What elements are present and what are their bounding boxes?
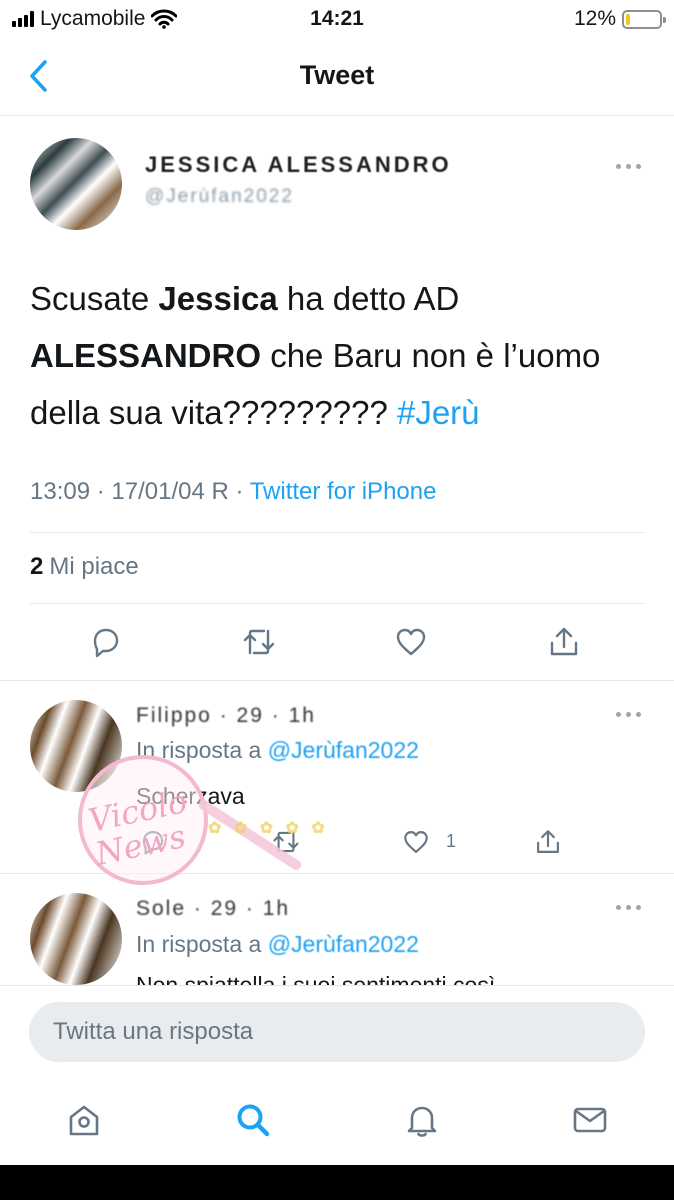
page-title: Tweet xyxy=(299,60,375,90)
divider xyxy=(30,532,645,533)
tab-messages[interactable] xyxy=(567,1097,613,1143)
tab-notifications[interactable] xyxy=(399,1097,445,1143)
reply-time: 29 · 1h xyxy=(236,704,316,727)
reply-context: In risposta a @Jerùfan2022 xyxy=(136,931,419,957)
author-avatar[interactable] xyxy=(30,138,122,230)
share-button[interactable] xyxy=(542,620,586,664)
tab-bar xyxy=(0,1075,674,1165)
share-icon xyxy=(550,627,578,656)
battery-icon xyxy=(622,9,666,29)
retweet-icon xyxy=(243,629,275,655)
more-icon[interactable] xyxy=(616,901,646,913)
search-icon xyxy=(237,1104,270,1137)
heart-icon xyxy=(396,628,426,656)
reply-icon xyxy=(93,628,119,658)
heart-icon xyxy=(404,831,428,853)
battery-percent: 12% xyxy=(573,7,616,30)
mail-icon xyxy=(573,1107,607,1133)
home-indicator-area xyxy=(0,1165,674,1200)
reply-author[interactable]: Sole · 29 · 1h xyxy=(136,897,290,921)
author-name[interactable]: JESSICA ALESSANDRO xyxy=(145,152,452,178)
reply-input[interactable] xyxy=(29,1002,645,1062)
navigation-bar: Tweet xyxy=(0,38,674,116)
share-button[interactable] xyxy=(526,820,570,864)
likes-label: Mi piace xyxy=(49,553,139,580)
tweet-timestamp: 13:09 · 17/01/04 R · Twitter for iPhone xyxy=(30,478,437,505)
reply-text: Non spiattella i suoi sentimenti così xyxy=(136,972,496,985)
mention-alessandro: ALESSANDRO xyxy=(30,337,262,374)
more-icon[interactable] xyxy=(616,160,646,172)
like-button[interactable] xyxy=(394,820,438,864)
clock: 14:21 xyxy=(310,7,364,30)
reply-avatar[interactable] xyxy=(30,893,122,985)
battery-level xyxy=(626,13,630,25)
status-bar-right: 12% xyxy=(573,7,666,31)
reply-like-count: 1 xyxy=(446,831,457,851)
retweet-button[interactable] xyxy=(237,620,281,664)
tab-home[interactable] xyxy=(61,1097,107,1143)
reply-mention[interactable]: @Jerùfan2022 xyxy=(268,931,419,957)
reply-button[interactable] xyxy=(84,620,128,664)
mention-jessica: Jessica xyxy=(158,280,278,317)
more-icon[interactable] xyxy=(616,708,646,720)
home-icon xyxy=(69,1105,99,1136)
watermark-decoration: ✿ ✿ ✿ ✿ ✿ xyxy=(208,820,329,837)
author-handle[interactable]: @Jerùfan2022 xyxy=(145,186,294,208)
reply-context: In risposta a @Jerùfan2022 xyxy=(136,737,419,763)
like-button[interactable] xyxy=(389,620,433,664)
likes-summary[interactable]: 2 Mi piace xyxy=(30,553,139,581)
reply-author[interactable]: Filippo · 29 · 1h xyxy=(136,704,316,728)
divider xyxy=(30,603,645,604)
bell-icon xyxy=(407,1106,437,1137)
reply-composer xyxy=(0,985,674,1075)
tweet-text: Scusate Jessica ha detto AD ALESSANDRO c… xyxy=(30,280,601,431)
share-icon xyxy=(537,830,559,853)
tweet-source-link[interactable]: Twitter for iPhone xyxy=(250,478,437,505)
reply-mention[interactable]: @Jerùfan2022 xyxy=(268,737,419,763)
status-bar: Lycamobile 14:21 12% xyxy=(0,0,674,38)
hashtag-link[interactable]: #Jerù xyxy=(397,394,480,431)
reply-time: 29 · 1h xyxy=(210,897,291,920)
tab-search[interactable] xyxy=(230,1097,276,1143)
likes-count: 2 xyxy=(30,553,44,580)
